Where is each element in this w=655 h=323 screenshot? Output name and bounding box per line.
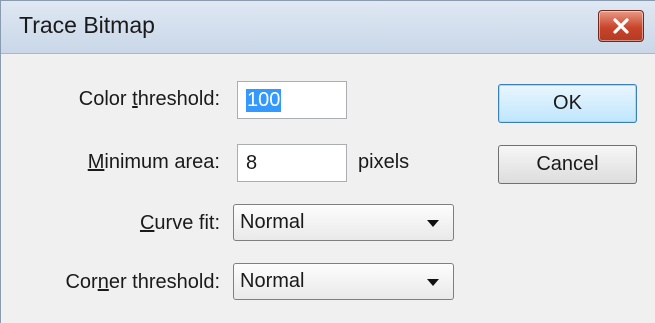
minimum-area-unit: pixels (358, 151, 410, 173)
ok-button[interactable]: OK (498, 84, 637, 123)
curve-fit-label: Curve fit: (139, 212, 220, 234)
curve-fit-select[interactable]: Normal (233, 204, 454, 241)
minimum-area-input[interactable]: 8 (237, 144, 347, 182)
chevron-down-icon (427, 220, 439, 227)
close-button[interactable] (598, 10, 644, 42)
window-title: Trace Bitmap (19, 12, 155, 38)
title-bar[interactable]: Trace Bitmap (1, 1, 655, 54)
close-icon (613, 18, 629, 34)
color-threshold-label: Color threshold: (78, 88, 220, 110)
trace-bitmap-dialog: Trace Bitmap Color threshold: 100 Minimu… (0, 0, 655, 323)
cancel-button[interactable]: Cancel (498, 145, 637, 184)
minimum-area-label: Minimum area: (87, 151, 220, 173)
color-threshold-input[interactable]: 100 (237, 81, 347, 119)
chevron-down-icon (427, 279, 439, 286)
corner-threshold-select[interactable]: Normal (233, 263, 454, 300)
corner-threshold-label: Corner threshold: (65, 271, 220, 293)
